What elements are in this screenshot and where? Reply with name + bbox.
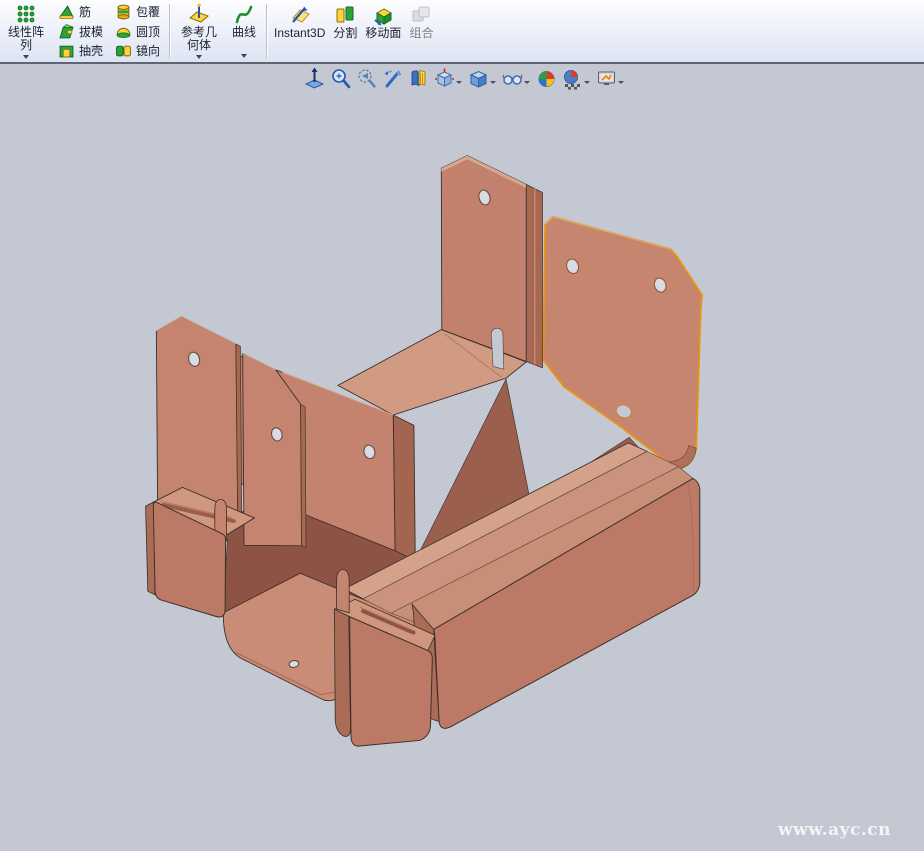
dropdown-caret-icon[interactable]	[584, 81, 590, 84]
section-view-icon	[408, 67, 429, 90]
toolbar-button-label: 分割	[333, 27, 357, 40]
section-view-button[interactable]	[407, 66, 430, 91]
dropdown-caret-icon[interactable]	[196, 55, 202, 59]
toolbar-button-shell[interactable]: 抽壳	[54, 41, 107, 60]
toolbar-column-1: 筋 拔模 抽壳	[52, 0, 109, 62]
heads-up-view-toolbar	[303, 64, 626, 92]
hide-show-items-button[interactable]	[501, 66, 532, 91]
dropdown-caret-icon[interactable]	[241, 54, 247, 58]
toolbar-column-2: 包覆 圆顶 镜向	[109, 0, 166, 62]
shell-icon	[58, 42, 75, 59]
apply-scene-button[interactable]	[561, 66, 592, 91]
view-orientation-icon	[434, 67, 455, 90]
toolbar-button-label: 线性阵列	[4, 26, 48, 53]
display-style-button[interactable]	[467, 66, 498, 91]
toolbar-button-label: 曲线	[229, 26, 259, 39]
zoom-to-area-button[interactable]	[329, 66, 352, 91]
toolbar-button-move-face[interactable]: 移动面	[361, 0, 405, 62]
command-manager-toolbar: 线性阵列 筋 拔模 抽壳	[0, 0, 924, 64]
edit-appearance-button[interactable]	[535, 66, 558, 91]
toolbar-button-linear-pattern[interactable]: 线性阵列	[0, 0, 52, 62]
toolbar-button-label: 圆顶	[136, 23, 160, 40]
toolbar-button-reference-geometry[interactable]: 参考几何体	[173, 0, 225, 62]
graphics-viewport[interactable]: www.ayc.cn	[0, 66, 924, 851]
mounting-tab-1[interactable]	[156, 317, 241, 523]
toolbar-button-label: 移动面	[365, 27, 401, 40]
wrap-icon	[115, 3, 132, 20]
reference-geometry-icon	[188, 3, 210, 25]
dome-icon	[115, 23, 132, 40]
toolbar-button-label: 筋	[79, 3, 91, 20]
curves-icon	[233, 3, 255, 25]
toolbar-separator	[169, 4, 170, 58]
toolbar-button-label: 拔模	[79, 23, 103, 40]
watermark: www.ayc.cn	[778, 820, 891, 840]
move-face-icon	[372, 4, 394, 26]
dropdown-caret-icon[interactable]	[490, 81, 496, 84]
dropdown-caret-icon[interactable]	[23, 55, 29, 59]
instant3d-icon	[289, 4, 311, 26]
dropdown-caret-icon[interactable]	[524, 81, 530, 84]
mirror-icon	[115, 42, 132, 59]
zoom-to-fit-icon	[304, 67, 325, 90]
toolbar-button-label: 抽壳	[79, 42, 103, 59]
zoom-to-fit-button[interactable]	[303, 66, 326, 91]
relief-cutout	[491, 328, 504, 369]
3d-drawing-view-button[interactable]	[381, 66, 404, 91]
edit-appearance-icon	[536, 67, 557, 90]
apply-scene-icon	[562, 67, 583, 90]
draft-icon	[58, 23, 75, 40]
toolbar-button-curves[interactable]: 曲线	[225, 0, 263, 62]
relief-tab	[337, 570, 350, 613]
display-style-icon	[468, 67, 489, 90]
toolbar-button-label: 组合	[409, 27, 433, 40]
rib-icon	[58, 3, 75, 20]
toolbar-button-label: 包覆	[136, 3, 160, 20]
previous-view-button[interactable]	[355, 66, 378, 91]
view-settings-icon	[596, 67, 617, 90]
3d-drawing-view-icon	[382, 67, 403, 90]
toolbar-button-wrap[interactable]: 包覆	[111, 2, 164, 21]
zoom-to-area-icon	[330, 67, 351, 90]
solidworks-window: { "toolbar": { "buttons": [ {"id":"linea…	[0, 0, 924, 851]
toolbar-button-rib[interactable]: 筋	[54, 2, 107, 21]
toolbar-button-split[interactable]: 分割	[329, 0, 361, 62]
center-box-side-face[interactable]	[393, 415, 415, 561]
linear-pattern-icon	[15, 3, 37, 25]
selected-face[interactable]	[543, 217, 702, 470]
toolbar-button-instant3d[interactable]: Instant3D	[270, 0, 329, 62]
toolbar-button-dome[interactable]: 圆顶	[111, 22, 164, 41]
split-icon	[334, 4, 356, 26]
previous-view-icon	[356, 67, 377, 90]
dropdown-caret-icon[interactable]	[618, 81, 624, 84]
toolbar-separator	[266, 4, 267, 58]
hide-show-items-icon	[502, 67, 523, 90]
view-settings-button[interactable]	[595, 66, 626, 91]
toolbar-button-label: 参考几何体	[177, 26, 221, 53]
toolbar-button-label: 镜向	[136, 42, 160, 59]
view-orientation-button[interactable]	[433, 66, 464, 91]
toolbar-button-label: Instant3D	[274, 27, 325, 40]
toolbar-button-combine: 组合	[405, 0, 437, 62]
toolbar-button-draft[interactable]: 拔模	[54, 22, 107, 41]
toolbar-button-mirror[interactable]: 镜向	[111, 41, 164, 60]
model-3d-view	[0, 86, 924, 851]
combine-icon	[410, 4, 432, 26]
dropdown-caret-icon[interactable]	[456, 81, 462, 84]
